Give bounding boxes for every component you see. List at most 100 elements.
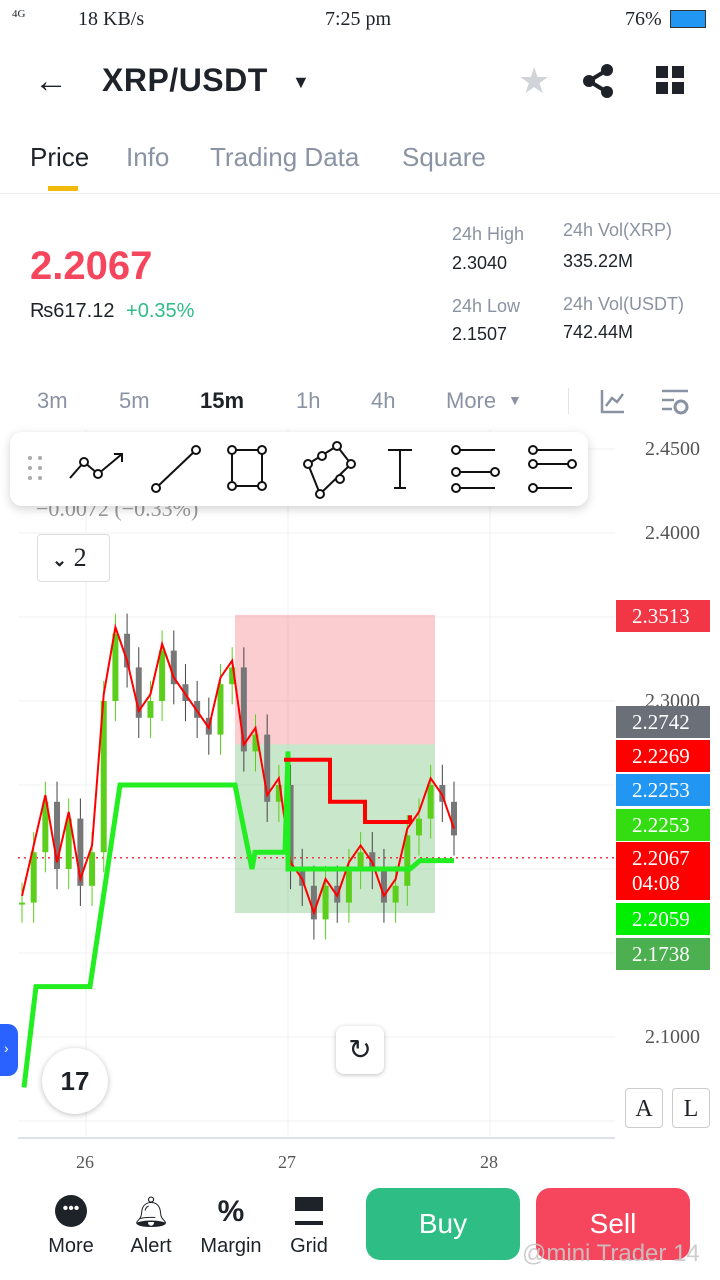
tf-15m[interactable]: 15m [200, 388, 244, 414]
status-bar: 4G 18 KB/s 7:25 pm 76% [0, 0, 720, 40]
share-icon[interactable] [582, 64, 616, 98]
price-tag: 2.3513 [616, 600, 710, 632]
battery-icon [670, 10, 706, 28]
vol-value: 335.22M [563, 251, 634, 271]
margin-icon: % [217, 1195, 245, 1228]
tab-info[interactable]: Info [126, 142, 169, 173]
more-icon: ••• [55, 1195, 87, 1227]
caret-down-icon[interactable]: ▼ [292, 72, 310, 93]
price-tag: 2.1738 [616, 938, 710, 970]
pair-title[interactable]: XRP/USDT [102, 62, 268, 99]
axis-label: 2.4000 [645, 522, 700, 544]
last-price-value: 2.2067 [632, 846, 690, 870]
caret-down-icon: ▼ [508, 392, 522, 408]
candle [89, 852, 96, 886]
stop-loss-zone [235, 614, 435, 745]
candle [30, 852, 37, 903]
network-type: 4G [12, 8, 26, 20]
divider [0, 193, 720, 194]
collapse-indicators-button[interactable]: ⌄ 2 [37, 534, 110, 582]
tf-4h[interactable]: 4h [371, 388, 395, 414]
vol-label: 24h Vol(XRP) [563, 220, 673, 240]
clock: 7:25 pm [325, 8, 392, 30]
candle [357, 852, 364, 869]
tf-more[interactable]: More [446, 388, 496, 414]
candle [345, 869, 352, 903]
line-tool-icon [155, 449, 197, 489]
divider [568, 388, 569, 414]
rectangle-tool-icon [231, 449, 263, 487]
candle [147, 701, 154, 718]
tab-indicator [48, 186, 78, 191]
price-change: +0.35% [126, 300, 195, 322]
alert-button[interactable]: 🔔︎ Alert [116, 1195, 186, 1258]
grid-label: Grid [290, 1235, 328, 1257]
volu-value: 742.44M [563, 322, 634, 342]
candle [404, 835, 411, 886]
star-icon[interactable]: ★ [518, 60, 550, 102]
margin-button[interactable]: % Margin [196, 1195, 266, 1258]
tf-5m[interactable]: 5m [119, 388, 150, 414]
tf-3m[interactable]: 3m [37, 388, 68, 414]
volu-label: 24h Vol(USDT) [563, 294, 685, 314]
grid-button[interactable]: Grid [274, 1195, 344, 1258]
price-sub: ₨617.12 +0.35% [30, 300, 194, 323]
grid-layout-icon[interactable] [656, 66, 684, 94]
low-label: 24h Low [452, 296, 521, 316]
tf-1h[interactable]: 1h [296, 388, 320, 414]
auto-scale-button[interactable]: A [625, 1088, 663, 1128]
candle [19, 902, 25, 905]
axis-label: 2.1000 [645, 1026, 700, 1048]
more-label: More [48, 1235, 94, 1257]
axis-label: 2.4500 [645, 438, 700, 460]
alert-label: Alert [130, 1235, 172, 1257]
tab-trading-data[interactable]: Trading Data [210, 142, 359, 173]
price-tag: 2.2253 [616, 774, 710, 806]
price-tag: 2.2742 [616, 706, 710, 738]
x-axis-label: 28 [480, 1152, 498, 1168]
grid-bot-icon [295, 1197, 323, 1225]
low-value: 2.1507 [452, 324, 508, 344]
candle-countdown: 04:08 [632, 871, 680, 895]
drawing-toolbar [10, 432, 588, 506]
last-price-tag: 2.2067 04:08 [616, 842, 710, 900]
pattern-tool-icon [306, 444, 353, 496]
drag-handle-icon [28, 456, 42, 480]
expand-panel-button[interactable]: › [0, 1024, 18, 1076]
candle [217, 684, 224, 735]
more-button[interactable]: ••• More [36, 1195, 106, 1258]
price-tag: 2.2059 [616, 903, 710, 935]
fib-ext-tool-icon [533, 449, 572, 489]
fiat-price: ₨617.12 [30, 300, 115, 322]
last-price: 2.2067 [30, 244, 153, 288]
watermark: @mini Trader 14 [522, 1240, 700, 1267]
indicator-icon[interactable] [600, 388, 626, 414]
x-axis-label: 26 [76, 1152, 94, 1168]
chart-settings-icon[interactable] [660, 388, 690, 416]
high-label: 24h High [452, 224, 525, 244]
net-speed: 18 KB/s [78, 8, 145, 30]
candle [392, 885, 399, 903]
reset-chart-icon[interactable]: ↻ [336, 1026, 384, 1074]
text-tool-icon [388, 449, 412, 489]
tab-square[interactable]: Square [402, 142, 486, 173]
back-arrow-icon[interactable]: ← [34, 62, 68, 101]
candle [427, 785, 434, 819]
fib-tool-icon [456, 449, 495, 489]
candle [322, 885, 329, 920]
buy-button[interactable]: Buy [366, 1188, 520, 1260]
tab-price[interactable]: Price [30, 142, 89, 173]
price-tag: 2.2253 [616, 809, 710, 841]
x-axis-label: 27 [278, 1152, 296, 1168]
indicator-count: 2 [73, 543, 87, 572]
candle [415, 818, 422, 836]
tradingview-logo: 17 [42, 1048, 108, 1114]
high-value: 2.3040 [452, 253, 508, 273]
drawing-tools[interactable] [10, 432, 588, 506]
candle [159, 650, 166, 701]
price-tag: 2.2269 [616, 740, 710, 772]
bell-icon: 🔔︎ [131, 1196, 171, 1229]
margin-label: Margin [200, 1235, 262, 1257]
log-scale-button[interactable]: L [672, 1088, 710, 1128]
battery-level: 76% [625, 8, 662, 30]
